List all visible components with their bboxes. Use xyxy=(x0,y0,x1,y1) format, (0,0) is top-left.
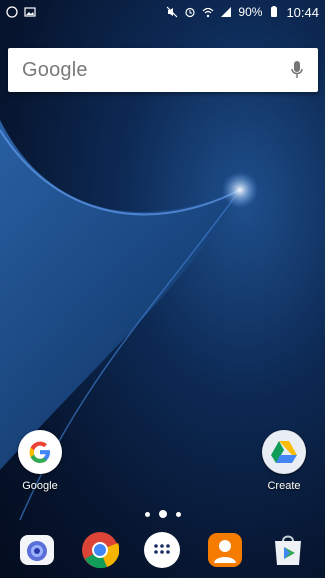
drive-icon xyxy=(262,430,306,474)
google-icon xyxy=(18,430,62,474)
page-dot xyxy=(175,511,181,517)
page-dot-active xyxy=(158,510,167,518)
page-dot xyxy=(144,511,150,517)
battery-percent: 90% xyxy=(238,5,263,19)
camera-icon[interactable] xyxy=(17,530,57,570)
contacts-icon[interactable] xyxy=(205,530,245,570)
whatsapp-icon xyxy=(6,6,18,18)
shortcut-create[interactable]: Create xyxy=(244,430,324,492)
clock: 10:44 xyxy=(286,4,319,20)
status-bar: 90% 10:44 xyxy=(0,0,325,24)
google-search-bar[interactable]: Google xyxy=(8,48,318,92)
shortcut-label-create: Create xyxy=(267,480,301,492)
mute-icon xyxy=(166,6,178,18)
dock xyxy=(0,528,325,572)
page-indicator xyxy=(0,510,325,518)
microphone-icon[interactable] xyxy=(290,59,304,81)
wifi-icon xyxy=(202,7,214,18)
play-store-icon[interactable] xyxy=(268,530,308,570)
apps-drawer-icon[interactable] xyxy=(142,530,182,570)
chrome-icon[interactable] xyxy=(80,530,120,570)
signal-icon xyxy=(221,7,232,17)
shortcut-google[interactable]: Google xyxy=(0,430,80,492)
google-logo: Google xyxy=(22,58,88,81)
alarm-icon xyxy=(185,7,196,18)
shortcut-label-google: Google xyxy=(22,480,58,492)
gallery-icon xyxy=(24,7,36,17)
battery-icon xyxy=(271,6,278,17)
